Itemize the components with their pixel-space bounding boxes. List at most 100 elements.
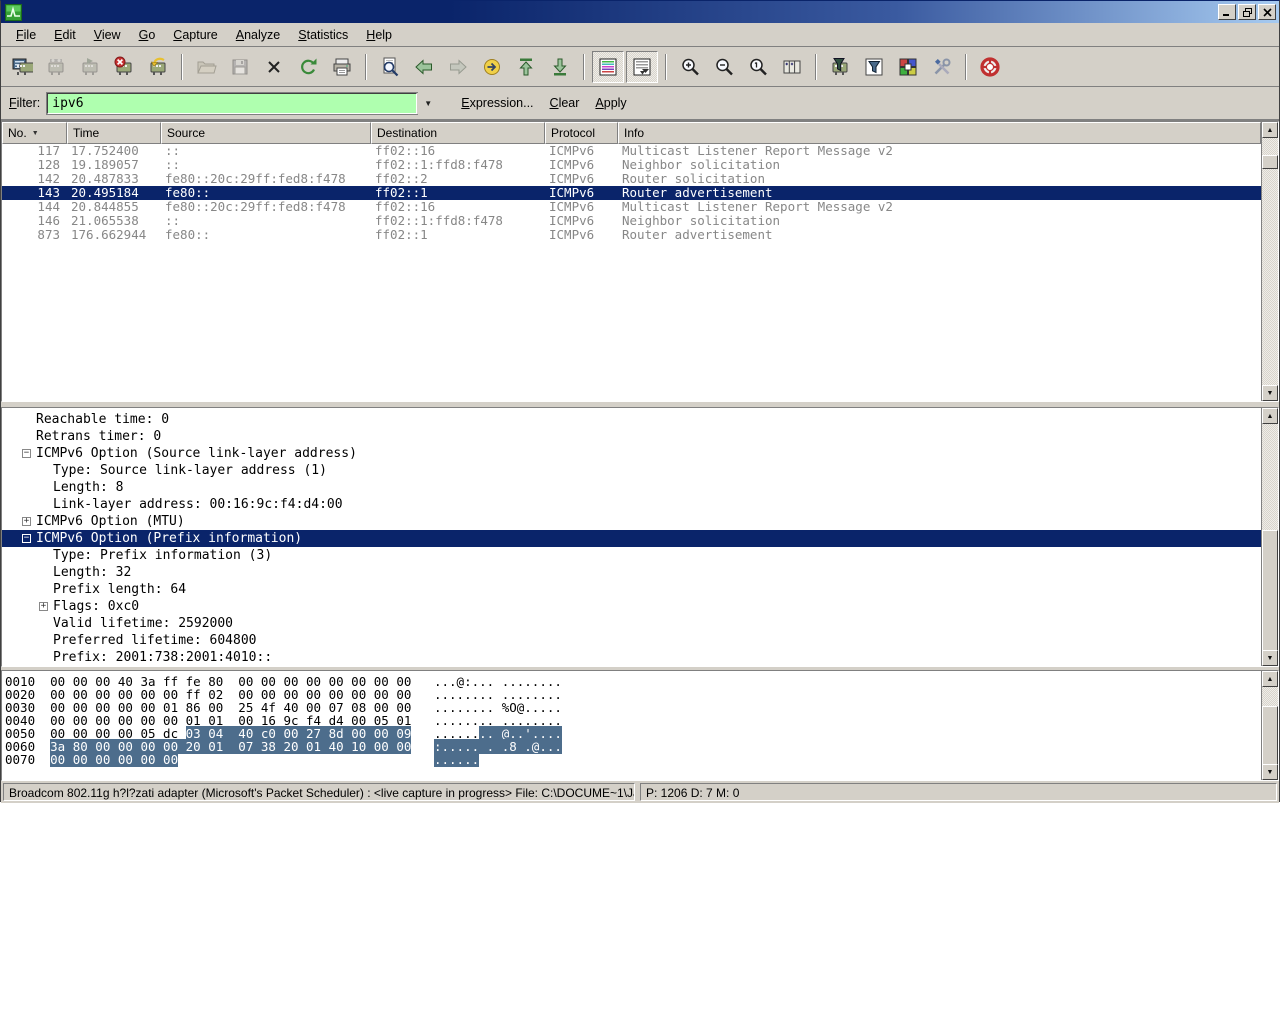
print-button[interactable]: [326, 51, 358, 83]
capture-filters-button[interactable]: [824, 51, 856, 83]
menu-capture[interactable]: Capture: [164, 25, 226, 45]
preferences-button[interactable]: [926, 51, 958, 83]
menu-statistics[interactable]: Statistics: [289, 25, 357, 45]
restore-button[interactable]: [1238, 4, 1256, 20]
open-file-button[interactable]: [190, 51, 222, 83]
go-to-packet-button[interactable]: [476, 51, 508, 83]
close-button[interactable]: [1258, 4, 1276, 20]
scroll-down-icon[interactable]: ▼: [1262, 650, 1278, 666]
reload-icon: [297, 56, 319, 78]
detail-line[interactable]: Reachable time: 0: [2, 411, 1261, 428]
detail-line[interactable]: Type: Source link-layer address (1): [2, 462, 1261, 479]
hex-dump-scrollbar[interactable]: ▲▼: [1261, 671, 1278, 780]
hex-row[interactable]: 0070 00 00 00 00 00 00 ......: [5, 753, 1261, 766]
detail-line[interactable]: Link-layer address: 00:16:9c:f4:d4:00: [2, 496, 1261, 513]
reload-button[interactable]: [292, 51, 324, 83]
go-back-button[interactable]: [408, 51, 440, 83]
detail-line[interactable]: Preferred lifetime: 604800: [2, 632, 1261, 649]
capture-restart-button[interactable]: [142, 51, 174, 83]
detail-line[interactable]: −ICMPv6 Option (Prefix information): [2, 530, 1261, 547]
go-to-top-button[interactable]: [510, 51, 542, 83]
help-button[interactable]: [974, 51, 1006, 83]
detail-line[interactable]: + Flags: 0xc0: [2, 598, 1261, 615]
packet-row-146[interactable]: 14621.065538::ff02::1:ffd8:f478ICMPv6Nei…: [2, 214, 1261, 228]
expand-icon[interactable]: +: [39, 602, 48, 611]
collapse-icon[interactable]: −: [22, 449, 31, 458]
capture-start-button[interactable]: [74, 51, 106, 83]
go-to-bottom-button[interactable]: [544, 51, 576, 83]
colorize-toggle-button[interactable]: [592, 51, 624, 83]
capture-filters-icon: [829, 56, 851, 78]
detail-line[interactable]: Prefix length: 64: [2, 581, 1261, 598]
scroll-up-icon[interactable]: ▲: [1262, 122, 1278, 138]
packet-row-873[interactable]: 873176.662944fe80::ff02::1ICMPv6Router a…: [2, 228, 1261, 242]
clear-button[interactable]: Clear: [542, 92, 588, 114]
column-header-source[interactable]: Source: [161, 122, 371, 144]
save-as-button[interactable]: [224, 51, 256, 83]
packet-list-scrollbar[interactable]: ▲▼: [1261, 122, 1278, 401]
coloring-rules-button[interactable]: [892, 51, 924, 83]
menu-file[interactable]: File: [7, 25, 45, 45]
close-file-button[interactable]: [258, 51, 290, 83]
resize-columns-button[interactable]: [776, 51, 808, 83]
column-header-protocol[interactable]: Protocol: [545, 122, 618, 144]
scroll-down-icon[interactable]: ▼: [1262, 385, 1278, 401]
cell-protocol: ICMPv6: [545, 228, 618, 242]
detail-text: Flags: 0xc0: [53, 598, 139, 615]
toolbar-separator: [965, 54, 967, 80]
scroll-up-icon[interactable]: ▲: [1262, 671, 1278, 687]
column-header-time[interactable]: Time: [67, 122, 161, 144]
detail-line[interactable]: Valid lifetime: 2592000: [2, 615, 1261, 632]
zoom-100-button[interactable]: [742, 51, 774, 83]
column-header-destination[interactable]: Destination: [371, 122, 545, 144]
packet-row-117[interactable]: 11717.752400::ff02::16ICMPv6Multicast Li…: [2, 144, 1261, 158]
capture-stop-button[interactable]: [108, 51, 140, 83]
minimize-button[interactable]: [1218, 4, 1236, 20]
packet-row-144[interactable]: 14420.844855fe80::20c:29ff:fed8:f478ff02…: [2, 200, 1261, 214]
find-packet-button[interactable]: [374, 51, 406, 83]
cell-destination: ff02::1:ffd8:f478: [371, 214, 545, 228]
scroll-down-icon[interactable]: ▼: [1262, 764, 1278, 780]
column-header-no[interactable]: No.▼: [2, 122, 67, 144]
filter-bar: Filter: ▼ Expression... Clear Apply: [1, 87, 1279, 121]
packet-row-128[interactable]: 12819.189057::ff02::1:ffd8:f478ICMPv6Nei…: [2, 158, 1261, 172]
packet-details-scrollbar[interactable]: ▲▼: [1261, 408, 1278, 666]
packet-row-143[interactable]: 14320.495184fe80::ff02::1ICMPv6Router ad…: [2, 186, 1261, 200]
scroll-thumb[interactable]: [1262, 530, 1278, 662]
zoom-out-icon: [713, 56, 735, 78]
detail-line[interactable]: −ICMPv6 Option (Source link-layer addres…: [2, 445, 1261, 462]
column-header-info[interactable]: Info: [618, 122, 1261, 144]
cell-info: Multicast Listener Report Message v2: [618, 144, 1261, 158]
menu-help[interactable]: Help: [357, 25, 401, 45]
zoom-out-button[interactable]: [708, 51, 740, 83]
titlebar[interactable]: [1, 1, 1279, 23]
apply-button[interactable]: Apply: [587, 92, 634, 114]
cell-no: 146: [2, 214, 67, 228]
menu-edit[interactable]: Edit: [45, 25, 85, 45]
menu-analyze[interactable]: Analyze: [227, 25, 289, 45]
packet-row-142[interactable]: 14220.487833fe80::20c:29ff:fed8:f478ff02…: [2, 172, 1261, 186]
scroll-thumb[interactable]: [1262, 155, 1278, 169]
capture-options-button[interactable]: [40, 51, 72, 83]
expand-icon[interactable]: +: [22, 517, 31, 526]
detail-line[interactable]: Prefix: 2001:738:2001:4010::: [2, 649, 1261, 666]
filter-input[interactable]: [47, 93, 417, 114]
go-forward-button[interactable]: [442, 51, 474, 83]
detail-line[interactable]: Length: 8: [2, 479, 1261, 496]
detail-line[interactable]: +ICMPv6 Option (MTU): [2, 513, 1261, 530]
capture-interfaces-button[interactable]: [6, 51, 38, 83]
detail-line[interactable]: Length: 32: [2, 564, 1261, 581]
capture-stop-icon: [113, 56, 135, 78]
filter-dropdown-button[interactable]: ▼: [417, 93, 439, 114]
display-filters-button[interactable]: [858, 51, 890, 83]
expression-button[interactable]: Expression...: [453, 92, 541, 114]
menu-view[interactable]: View: [85, 25, 130, 45]
zoom-in-button[interactable]: [674, 51, 706, 83]
menu-go[interactable]: Go: [130, 25, 165, 45]
scroll-up-icon[interactable]: ▲: [1262, 408, 1278, 424]
collapse-icon[interactable]: −: [22, 534, 31, 543]
colorize-toggle-icon: [597, 56, 619, 78]
detail-line[interactable]: Retrans timer: 0: [2, 428, 1261, 445]
detail-line[interactable]: Type: Prefix information (3): [2, 547, 1261, 564]
autoscroll-toggle-button[interactable]: [626, 51, 658, 83]
